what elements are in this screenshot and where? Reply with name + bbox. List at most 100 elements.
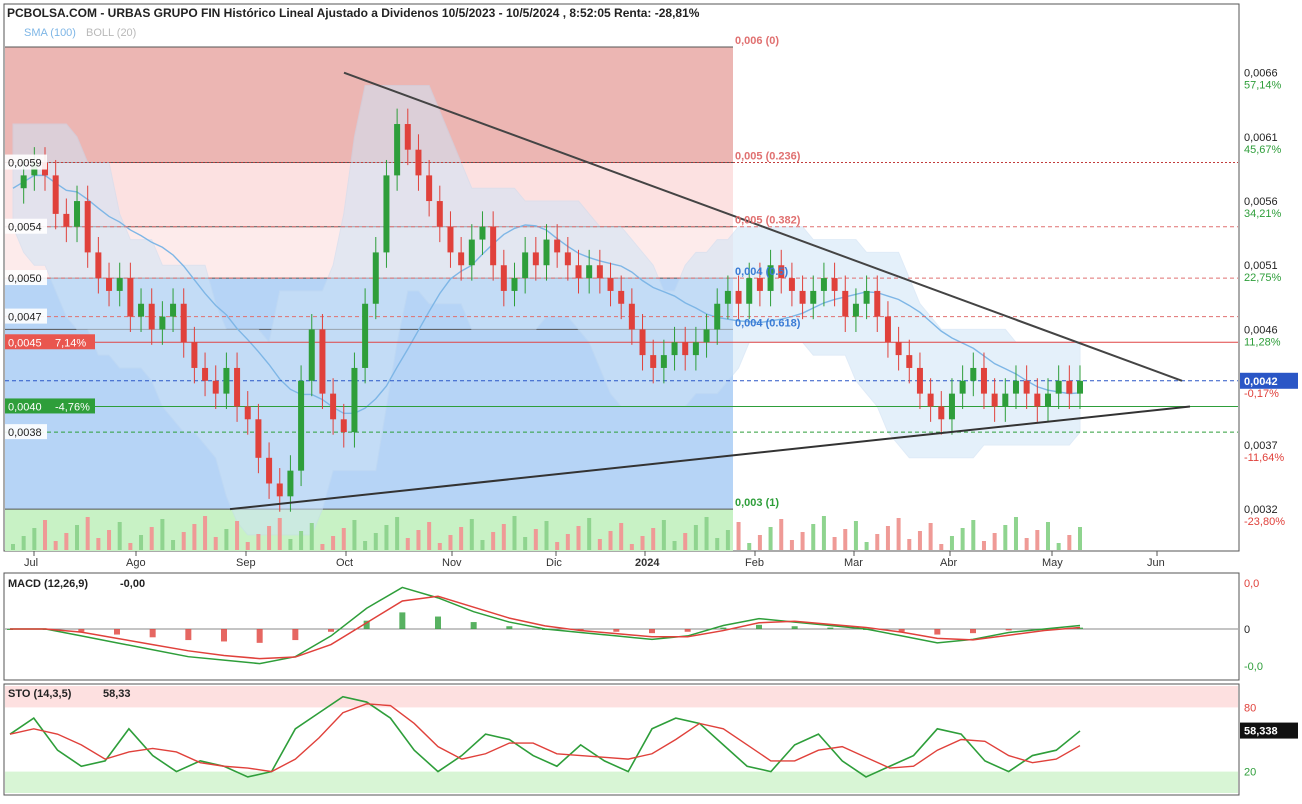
volume-bar [395, 517, 400, 550]
macd-hist-bar [328, 629, 334, 632]
volume-bar [757, 535, 762, 550]
month-label-11: Jun [1147, 557, 1165, 569]
candle-body [746, 278, 753, 304]
candle-body [1055, 380, 1062, 394]
candle-body [127, 278, 134, 317]
candle-body [970, 367, 977, 381]
volume-bar [128, 543, 133, 550]
y-tick-label-2: 0,0056 [1244, 196, 1278, 208]
candle-body [383, 175, 390, 253]
left-level-label-1: 0,0054 [8, 222, 42, 234]
volume-bar [693, 525, 698, 550]
macd-hist-bar [149, 629, 156, 638]
candle-body [991, 393, 998, 407]
candle-body [543, 239, 550, 266]
volume-bar [683, 533, 688, 550]
candle-body [938, 406, 945, 420]
candle-body [319, 329, 326, 394]
volume-bar [597, 539, 602, 550]
volume-bar [619, 523, 624, 550]
candle-body [863, 290, 870, 304]
volume-bar [725, 530, 730, 550]
volume-bar [277, 518, 282, 550]
candle-body [116, 278, 123, 291]
volume-bar [160, 519, 165, 550]
macd-tick-1: 0 [1244, 624, 1250, 636]
volume-bar [341, 528, 346, 550]
candle-body [628, 303, 635, 330]
candle-body [948, 393, 955, 420]
candle-body [884, 316, 891, 343]
volume-bar [203, 516, 208, 550]
macd-hist-bar [399, 612, 406, 629]
candle-body [735, 290, 742, 304]
volume-bar [533, 529, 538, 550]
volume-bar [661, 520, 666, 550]
month-label-9: Abr [940, 557, 957, 569]
volume-bar [864, 542, 869, 550]
month-label-7: Feb [745, 557, 764, 569]
y-tick-pct-0: 57,14% [1244, 80, 1282, 92]
candle-body [852, 303, 859, 317]
volume-bar [523, 537, 528, 550]
volume-bar [565, 534, 570, 550]
sto-current-label: 58,338 [1244, 726, 1278, 738]
volume-bar [32, 528, 37, 550]
volume-bar [907, 539, 912, 550]
volume-bar [1056, 543, 1061, 550]
candle-body [500, 265, 507, 291]
volume-bar [437, 543, 442, 550]
volume-bar [768, 527, 773, 550]
candle-body [362, 303, 369, 368]
candle-body [191, 342, 198, 368]
volume-bar [149, 527, 154, 550]
volume-bar [139, 535, 144, 550]
volume-bar [832, 537, 837, 550]
candle-body [1023, 380, 1030, 394]
volume-bar [1003, 525, 1008, 550]
candle-body [255, 419, 262, 458]
volume-bar [1045, 522, 1050, 550]
y-tick-label-3: 0,0051 [1244, 260, 1278, 272]
volume-bar [736, 522, 741, 550]
candle-body [138, 303, 145, 317]
volume-bar [459, 527, 464, 550]
candle-body [714, 303, 721, 330]
candle-body [831, 278, 838, 291]
volume-bar [53, 541, 58, 550]
candle-body [842, 290, 849, 317]
volume-bar [491, 532, 496, 550]
candle-body [575, 265, 582, 279]
y-tick-label-7: 0,0032 [1244, 504, 1278, 516]
candle-body [298, 380, 305, 471]
candle-body [1034, 393, 1041, 407]
volume-bar [1013, 517, 1018, 550]
month-label-3: Oct [336, 557, 353, 569]
month-label-2: Sep [236, 557, 256, 569]
volume-bar [75, 525, 80, 550]
candle-body [607, 278, 614, 291]
macd-hist-bar [506, 626, 513, 629]
volume-bar [917, 531, 922, 550]
candle-body [84, 201, 91, 253]
macd-tick-0: 0,0 [1244, 578, 1259, 590]
volume-bar [43, 520, 48, 550]
candle-body [1002, 393, 1009, 407]
y-tick-pct-1: 45,67% [1244, 144, 1282, 156]
volume-bar [821, 516, 826, 550]
candle-body [20, 175, 27, 189]
fib-label-1: 0,005 (0.236) [735, 151, 801, 163]
volume-bar [843, 529, 848, 550]
macd-label: MACD (12,26,9) [8, 578, 88, 590]
volume-bar [704, 517, 709, 550]
volume-bar [928, 523, 933, 550]
candle-body [351, 367, 358, 433]
volume-bar [448, 535, 453, 550]
candle-body [234, 367, 241, 407]
candle-body [1012, 380, 1019, 394]
sma-legend: SMA (100) [24, 27, 76, 39]
candle-body [202, 367, 209, 381]
month-label-8: Mar [844, 557, 863, 569]
volume-bar [1067, 535, 1072, 550]
candle-body [330, 393, 337, 420]
